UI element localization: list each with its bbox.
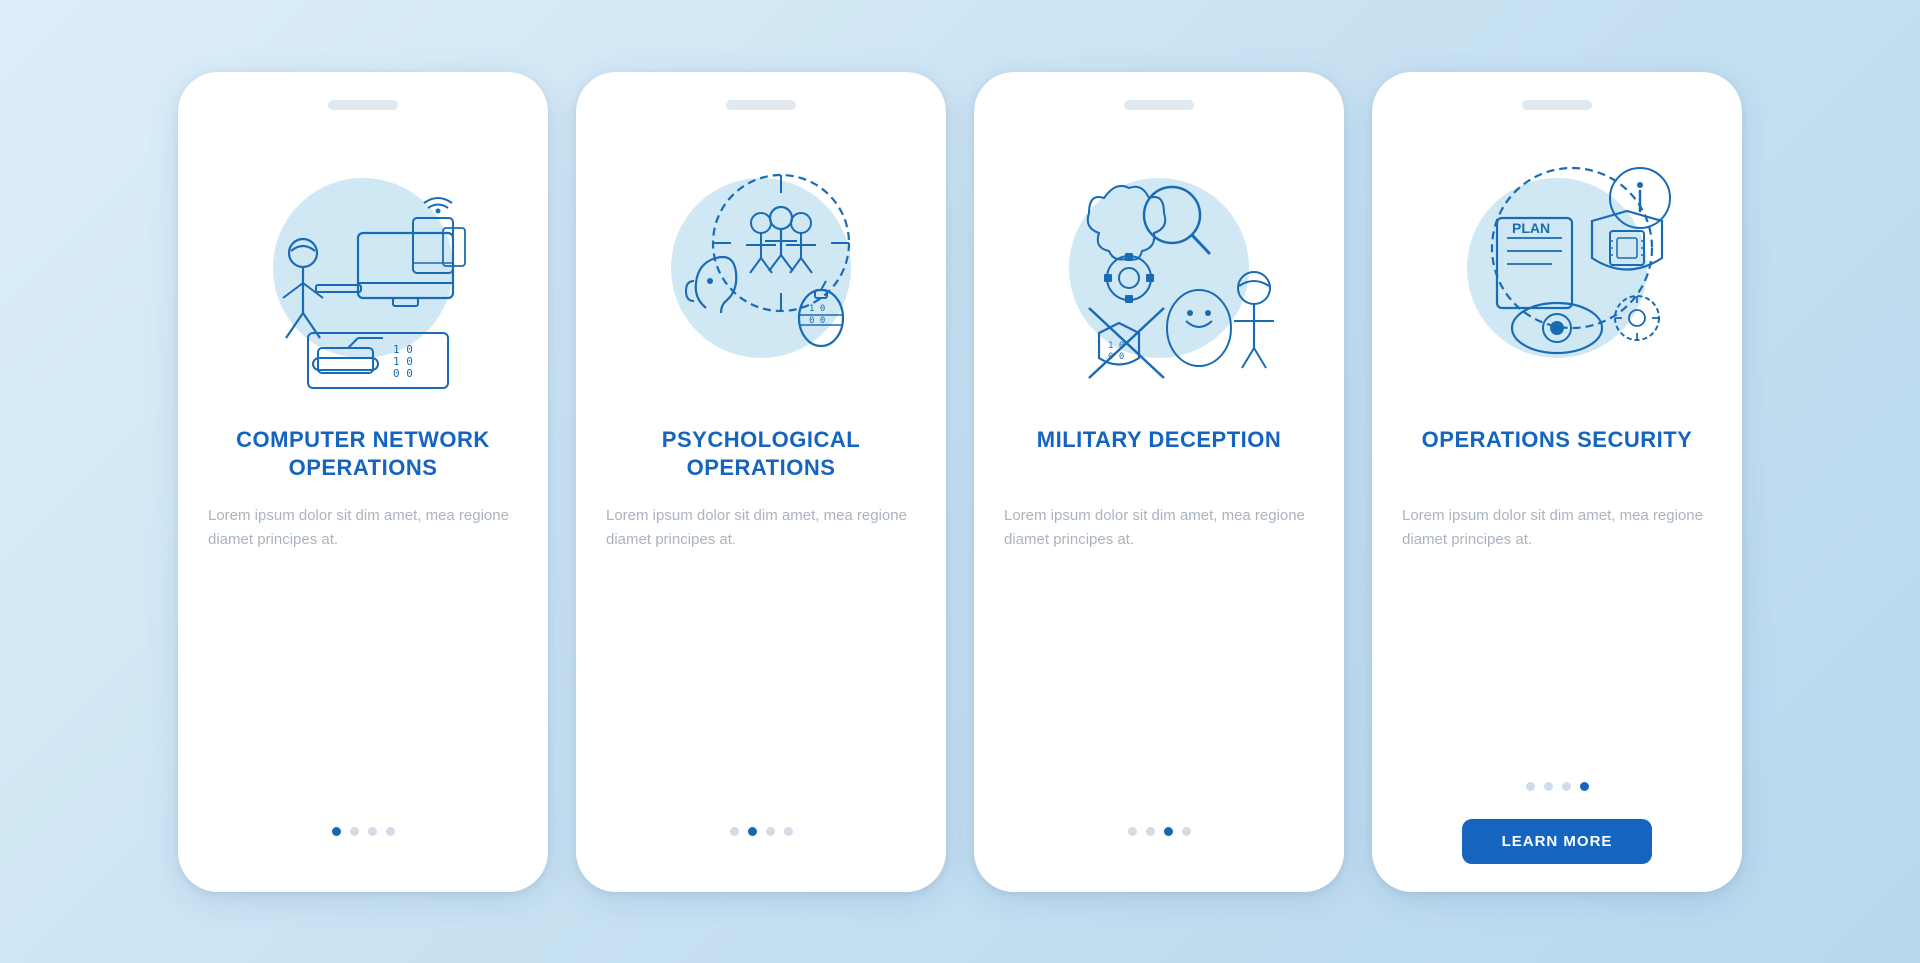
- illustration-psychological: 1 0 0 0: [621, 128, 901, 408]
- dot-4-4: [1580, 782, 1589, 791]
- svg-text:1 0: 1 0: [1108, 341, 1124, 351]
- dot-4-3: [1562, 782, 1571, 791]
- phone-card-military-deception: 1 0 0 0 MILITARY DECEPTION Lorem ipsum d…: [974, 72, 1344, 892]
- svg-text:PLAN: PLAN: [1512, 220, 1550, 236]
- illustration-operations-security: PLAN: [1417, 128, 1697, 408]
- dot-1-4: [386, 827, 395, 836]
- dot-3-4: [1182, 827, 1191, 836]
- phone-card-computer-network: 1 0 1 0 0 0 COMPUTER NETWORK OPERATIONS …: [178, 72, 548, 892]
- dot-2-4: [784, 827, 793, 836]
- card-title-operations-security: OPERATIONS SECURITY: [1422, 426, 1693, 486]
- svg-text:1 0: 1 0: [809, 304, 825, 314]
- dot-2-2: [748, 827, 757, 836]
- learn-more-button[interactable]: LEARN MORE: [1462, 819, 1653, 864]
- cards-container: 1 0 1 0 0 0 COMPUTER NETWORK OPERATIONS …: [138, 32, 1782, 932]
- illustration-computer-network: 1 0 1 0 0 0: [223, 128, 503, 408]
- phone-card-psychological: 1 0 0 0 PSYCHOLOGICAL OPERATIONS Lorem i…: [576, 72, 946, 892]
- card-title-military-deception: MILITARY DECEPTION: [1037, 426, 1282, 486]
- dot-3-1: [1128, 827, 1137, 836]
- dot-1-3: [368, 827, 377, 836]
- phone-notch-2: [726, 100, 796, 110]
- card-desc-computer-network: Lorem ipsum dolor sit dim amet, mea regi…: [208, 504, 518, 799]
- dots-row-1: [332, 827, 395, 836]
- card-title-psychological: PSYCHOLOGICAL OPERATIONS: [606, 426, 916, 486]
- dot-1-2: [350, 827, 359, 836]
- card-title-computer-network: COMPUTER NETWORK OPERATIONS: [208, 426, 518, 486]
- dot-4-1: [1526, 782, 1535, 791]
- phone-notch: [328, 100, 398, 110]
- svg-text:0 0: 0 0: [1108, 352, 1124, 362]
- card-desc-military-deception: Lorem ipsum dolor sit dim amet, mea regi…: [1004, 504, 1314, 799]
- svg-text:0 0: 0 0: [809, 316, 825, 326]
- svg-text:0 0: 0 0: [393, 367, 413, 380]
- dot-2-1: [730, 827, 739, 836]
- dots-row-4: [1526, 782, 1589, 791]
- phone-card-operations-security: PLAN: [1372, 72, 1742, 892]
- dot-1-1: [332, 827, 341, 836]
- phone-notch-4: [1522, 100, 1592, 110]
- dot-4-2: [1544, 782, 1553, 791]
- dot-3-3: [1164, 827, 1173, 836]
- dot-3-2: [1146, 827, 1155, 836]
- phone-notch-3: [1124, 100, 1194, 110]
- dots-row-2: [730, 827, 793, 836]
- card-desc-psychological: Lorem ipsum dolor sit dim amet, mea regi…: [606, 504, 916, 799]
- dot-2-3: [766, 827, 775, 836]
- dots-row-3: [1128, 827, 1191, 836]
- illustration-military-deception: 1 0 0 0: [1019, 128, 1299, 408]
- card-desc-operations-security: Lorem ipsum dolor sit dim amet, mea regi…: [1402, 504, 1712, 754]
